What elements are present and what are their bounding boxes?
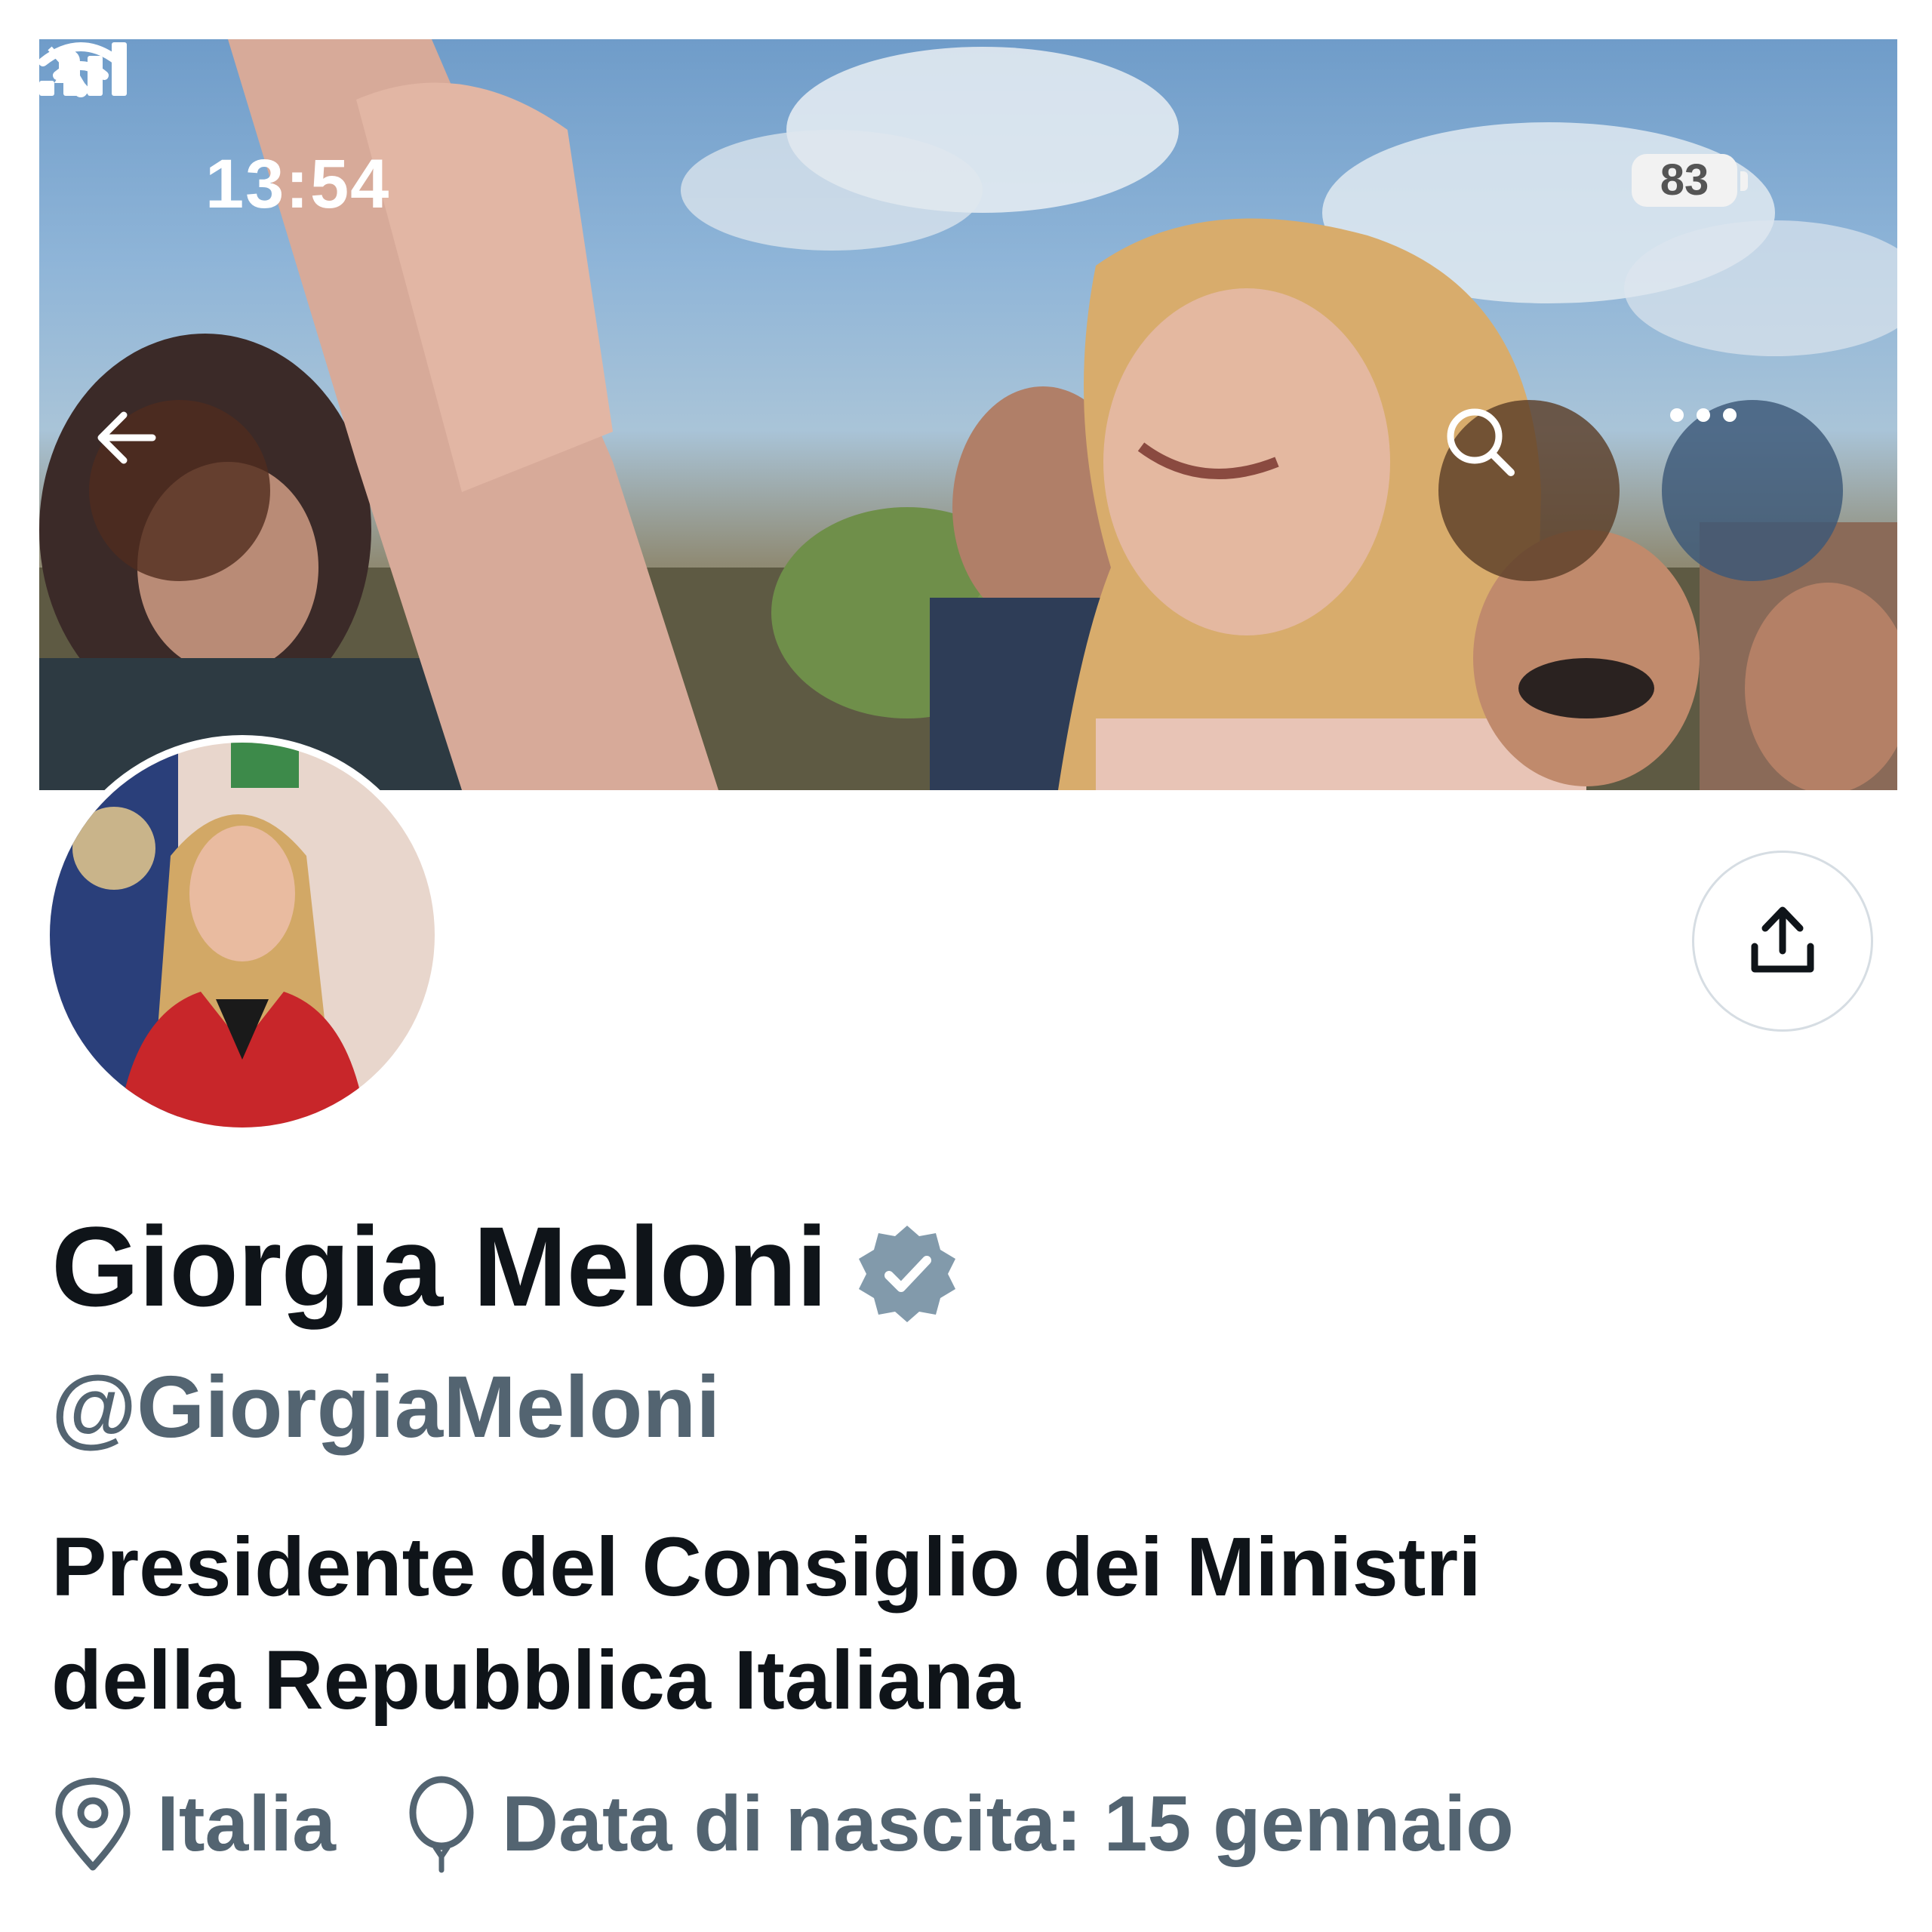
verified-badge-icon[interactable]: [854, 1221, 960, 1327]
bio-line: Presidente del Consiglio dei Ministri: [51, 1521, 1481, 1614]
wifi-icon: [39, 42, 122, 97]
share-button[interactable]: [1692, 851, 1873, 1032]
battery-level: 83: [1632, 154, 1737, 207]
share-icon: [1751, 906, 1814, 973]
more-horizontal-icon: [1670, 408, 1737, 422]
profile-meta: Italia Data di nascita: 15 gennaio: [51, 1775, 1514, 1873]
profile-screen: 13:54 83 Giorgia Meloni @GiorgiaMeloni P…: [39, 39, 1897, 1890]
balloon-icon: [409, 1776, 474, 1873]
display-name: Giorgia Meloni: [51, 1203, 828, 1330]
battery-cap: [1740, 171, 1748, 191]
avatar-photo: [50, 743, 435, 1128]
arrow-left-icon: [97, 411, 156, 464]
status-bar: 13:54 83: [39, 39, 1897, 223]
profile-birthday: Data di nascita: 15 gennaio: [502, 1780, 1514, 1868]
status-time: 13:54: [205, 146, 391, 223]
location-pin-icon: [55, 1777, 131, 1871]
more-options-button[interactable]: [1662, 400, 1843, 581]
profile-name-row: Giorgia Meloni: [51, 1201, 960, 1332]
bio-line: della Repubblica Italiana: [51, 1634, 1020, 1727]
search-button[interactable]: [1438, 400, 1620, 581]
profile-banner[interactable]: 13:54 83: [39, 39, 1897, 790]
profile-bio: Presidente del Consiglio dei Ministri de…: [51, 1511, 1878, 1737]
profile-location: Italia: [157, 1780, 336, 1868]
back-button[interactable]: [89, 400, 270, 581]
avatar[interactable]: [42, 735, 442, 1135]
profile-handle: @GiorgiaMeloni: [51, 1358, 721, 1456]
search-icon: [1447, 408, 1515, 476]
